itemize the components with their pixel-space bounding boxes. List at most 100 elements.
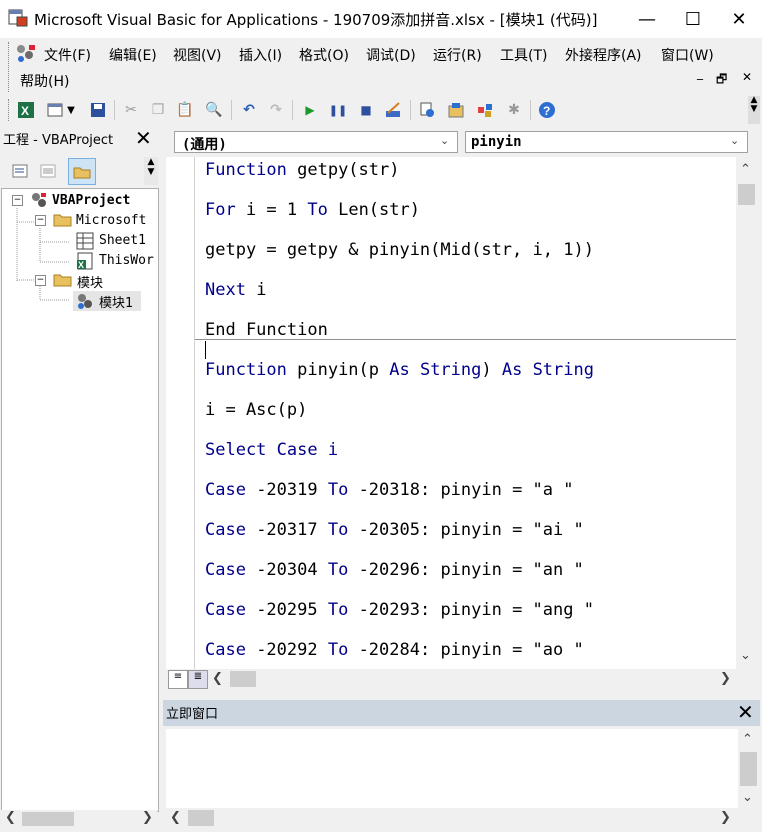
view-code-icon[interactable]	[9, 160, 31, 182]
chevron-left-icon[interactable]: ❮	[170, 810, 181, 825]
mdi-minimize-button[interactable]: _	[697, 66, 703, 80]
code-vscroll-thumb[interactable]	[738, 184, 755, 205]
menu-run[interactable]: 运行(R)	[433, 45, 482, 65]
tree-item-vbaproject[interactable]: VBAProject	[52, 193, 130, 208]
menu-help[interactable]: 帮助(H)	[20, 71, 69, 91]
cut-icon[interactable]: ✂	[120, 99, 142, 121]
break-icon[interactable]: ❚❚	[327, 99, 349, 121]
menu-file[interactable]: 文件(F)	[44, 45, 91, 65]
run-icon[interactable]: ▶	[299, 99, 321, 121]
code-line-10[interactable]: Case -20317 To -20305: pinyin = "ai "	[205, 520, 584, 540]
toolbox-icon[interactable]: ✱	[503, 99, 525, 121]
mdi-restore-button[interactable]: 🗗	[716, 70, 727, 91]
design-mode-icon[interactable]	[382, 99, 404, 121]
menu-tools[interactable]: 工具(T)	[500, 45, 547, 65]
code-line-2[interactable]: For i = 1 To Len(str)	[205, 200, 420, 220]
immediate-window[interactable]	[166, 729, 738, 811]
chevron-up-icon[interactable]: ⌃	[742, 732, 753, 747]
code-line-11[interactable]: Case -20304 To -20296: pinyin = "an "	[205, 560, 584, 580]
project-hscroll-thumb[interactable]	[22, 812, 74, 826]
procedure-combo-value: pinyin	[471, 134, 522, 150]
toolbar-separator	[114, 100, 115, 120]
code-vscroll[interactable]	[736, 157, 756, 669]
properties-icon[interactable]	[445, 99, 467, 121]
toolbar-grip[interactable]	[8, 99, 12, 121]
menu-edit[interactable]: 编辑(E)	[109, 45, 157, 65]
code-line-4[interactable]: Next i	[205, 280, 266, 300]
tree-collapse-toggle[interactable]: −	[12, 195, 23, 206]
code-line-13[interactable]: Case -20292 To -20284: pinyin = "ao "	[205, 640, 584, 660]
object-browser-icon[interactable]	[474, 99, 496, 121]
menu-window[interactable]: 窗口(W)	[661, 45, 714, 65]
chevron-left-icon[interactable]: ❮	[5, 810, 16, 825]
paste-icon[interactable]: 📋	[174, 99, 196, 121]
mdi-close-button[interactable]: ✕	[742, 70, 752, 84]
excel-icon[interactable]: X	[15, 99, 37, 121]
chevron-down-icon[interactable]: ⌄	[740, 648, 751, 663]
undo-icon[interactable]: ↶	[238, 99, 260, 121]
code-line-9[interactable]: Case -20319 To -20318: pinyin = "a "	[205, 480, 574, 500]
toolbar-separator	[530, 100, 531, 120]
reset-icon[interactable]: ■	[355, 99, 377, 121]
chevron-right-icon[interactable]: ❯	[720, 810, 731, 825]
toolbar-options-button[interactable]: ▲ ▼	[748, 96, 760, 124]
code-line-6[interactable]: Function pinyin(p As String) As String	[205, 360, 594, 380]
procedure-view-button[interactable]: ≡	[168, 670, 188, 689]
tree-item-microsoft[interactable]: Microsoft	[76, 213, 146, 228]
close-button[interactable]: ✕	[716, 0, 762, 38]
chevron-right-icon[interactable]: ❯	[720, 671, 731, 686]
chevron-down-icon[interactable]: ⌄	[742, 790, 753, 805]
save-icon[interactable]	[87, 99, 109, 121]
find-icon[interactable]: 🔍	[203, 99, 225, 121]
toggle-folders-icon[interactable]	[68, 158, 96, 185]
code-hscroll-thumb[interactable]	[230, 671, 256, 687]
immediate-close-button[interactable]: ✕	[737, 700, 754, 724]
project-explorer-icon[interactable]	[416, 99, 438, 121]
redo-icon[interactable]: ↷	[265, 99, 287, 121]
tree-item-modules[interactable]: 模块	[77, 272, 103, 291]
copy-icon[interactable]: ❐	[147, 99, 169, 121]
vba-menu-icon[interactable]	[14, 42, 38, 64]
minimize-button[interactable]: —	[624, 0, 670, 38]
code-line-8[interactable]: Select Case i	[205, 440, 338, 460]
project-close-button[interactable]: ✕	[135, 126, 152, 150]
tree-item-sheet1[interactable]: Sheet1	[99, 233, 146, 248]
immediate-vscroll-thumb[interactable]	[740, 752, 757, 786]
code-line-12[interactable]: Case -20295 To -20293: pinyin = "ang "	[205, 600, 594, 620]
full-module-view-button[interactable]: ≣	[188, 670, 208, 689]
code-line-1[interactable]: Function getpy(str)	[205, 160, 399, 180]
chevron-left-icon[interactable]: ❮	[212, 671, 223, 686]
code-line-3[interactable]: getpy = getpy & pinyin(Mid(str, i, 1))	[205, 240, 594, 260]
immediate-window-header	[163, 700, 760, 726]
code-line-7[interactable]: i = Asc(p)	[205, 400, 307, 420]
immediate-hscroll[interactable]	[166, 808, 758, 828]
menu-debug[interactable]: 调试(D)	[366, 45, 416, 65]
menu-view[interactable]: 视图(V)	[173, 45, 222, 65]
folder-icon	[53, 272, 73, 292]
project-toolbar-scroll[interactable]: ▲ ▼	[144, 157, 158, 185]
code-line-5[interactable]: End Function	[205, 320, 328, 340]
view-object-icon[interactable]	[37, 160, 59, 182]
menu-format[interactable]: 格式(O)	[299, 45, 349, 65]
tree-item-module1[interactable]: 模块1	[99, 292, 133, 311]
tree-collapse-toggle[interactable]: −	[35, 215, 46, 226]
procedure-separator	[195, 339, 736, 340]
tree-collapse-toggle[interactable]: −	[35, 275, 46, 286]
chevron-down-icon[interactable]: ▼	[64, 99, 78, 121]
insert-module-icon[interactable]	[44, 99, 66, 121]
code-margin[interactable]	[166, 157, 195, 669]
immediate-hscroll-thumb[interactable]	[188, 810, 214, 826]
menu-grip[interactable]	[8, 42, 12, 92]
chevron-right-icon[interactable]: ❯	[142, 810, 153, 825]
chevron-down-icon[interactable]: ⌄	[730, 134, 739, 147]
menu-addins[interactable]: 外接程序(A)	[565, 45, 642, 65]
help-icon[interactable]: ?	[536, 99, 558, 121]
immediate-window-title: 立即窗口	[166, 707, 219, 722]
project-pane-title: 工程 - VBAProject	[3, 133, 114, 148]
maximize-button[interactable]: ☐	[670, 0, 716, 38]
menu-insert[interactable]: 插入(I)	[239, 45, 282, 65]
chevron-down-icon[interactable]: ⌄	[440, 134, 449, 147]
chevron-up-icon[interactable]: ⌃	[740, 162, 751, 177]
toolbar-separator	[231, 100, 232, 120]
tree-item-thisworkbook[interactable]: ThisWor	[99, 253, 154, 268]
